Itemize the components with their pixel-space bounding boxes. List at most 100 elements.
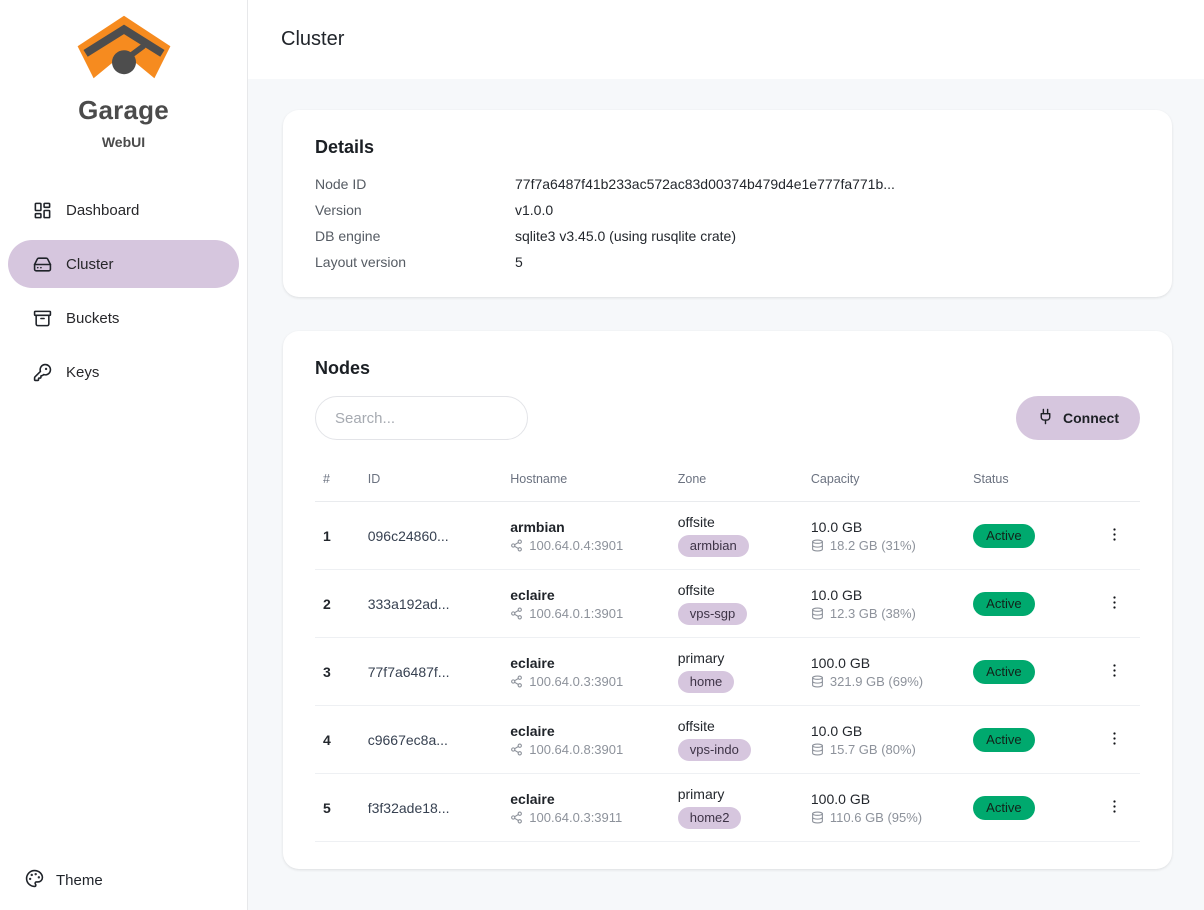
database-icon xyxy=(811,811,824,824)
brand-title: Garage xyxy=(78,95,169,126)
node-address: 100.64.0.1:3901 xyxy=(529,606,623,621)
node-zone: offsite xyxy=(678,582,795,598)
status-badge: Active xyxy=(973,524,1034,548)
node-used: 12.3 GB (38%) xyxy=(830,606,916,621)
theme-label: Theme xyxy=(56,872,103,889)
node-capacity: 10.0 GB xyxy=(811,723,957,739)
node-zone: offsite xyxy=(678,718,795,734)
node-id: c9667ec8a... xyxy=(360,706,503,774)
key-icon xyxy=(33,363,52,382)
page-title: Cluster xyxy=(281,28,344,51)
detail-label: DB engine xyxy=(315,228,515,244)
node-hostname: armbian xyxy=(510,519,661,535)
col-header-id: ID xyxy=(360,462,503,502)
zone-tag-badge: armbian xyxy=(678,535,749,557)
table-header-row: # ID Hostname Zone Capacity Status xyxy=(315,462,1140,502)
node-hostname: eclaire xyxy=(510,655,661,671)
main-area: Cluster Details Node ID 77f7a6487f41b233… xyxy=(248,0,1204,910)
node-capacity: 10.0 GB xyxy=(811,587,957,603)
status-badge: Active xyxy=(973,728,1034,752)
node-id: f3f32ade18... xyxy=(360,774,503,842)
node-zone: primary xyxy=(678,650,795,666)
content: Details Node ID 77f7a6487f41b233ac572ac8… xyxy=(248,79,1204,910)
node-num: 3 xyxy=(315,638,360,706)
hard-drive-icon xyxy=(33,255,52,274)
table-row: 1 096c24860... armbian 100.64.0.4:3901 o… xyxy=(315,502,1140,570)
database-icon xyxy=(811,539,824,552)
col-header-zone: Zone xyxy=(670,462,803,502)
palette-icon xyxy=(25,869,44,892)
node-capacity: 10.0 GB xyxy=(811,519,957,535)
zone-tag-badge: vps-indo xyxy=(678,739,751,761)
connect-label: Connect xyxy=(1063,410,1119,426)
zone-tag-badge: home xyxy=(678,671,735,693)
table-row: 2 333a192ad... eclaire 100.64.0.1:3901 o… xyxy=(315,570,1140,638)
sidebar-item-dashboard[interactable]: Dashboard xyxy=(8,186,239,234)
sidebar-item-buckets[interactable]: Buckets xyxy=(8,294,239,342)
more-vertical-icon xyxy=(1106,730,1123,750)
node-hostname: eclaire xyxy=(510,723,661,739)
row-menu-button[interactable] xyxy=(1102,658,1127,686)
node-hostname: eclaire xyxy=(510,791,661,807)
search-input[interactable] xyxy=(315,396,528,440)
sidebar: Garage WebUI Dashboard Cluster Buckets K… xyxy=(0,0,248,910)
node-num: 2 xyxy=(315,570,360,638)
details-grid: Node ID 77f7a6487f41b233ac572ac83d00374b… xyxy=(315,176,1140,270)
row-menu-button[interactable] xyxy=(1102,590,1127,618)
node-used: 110.6 GB (95%) xyxy=(830,810,922,825)
nodes-title: Nodes xyxy=(315,358,1140,379)
sidebar-nav: Dashboard Cluster Buckets Keys xyxy=(0,186,247,396)
col-header-actions xyxy=(1094,462,1140,502)
node-zone: offsite xyxy=(678,514,795,530)
table-row: 4 c9667ec8a... eclaire 100.64.0.8:3901 o… xyxy=(315,706,1140,774)
detail-value-layout-version: 5 xyxy=(515,254,1140,270)
row-menu-button[interactable] xyxy=(1102,794,1127,822)
sidebar-item-label: Dashboard xyxy=(66,202,139,219)
node-zone: primary xyxy=(678,786,795,802)
share-icon xyxy=(510,675,523,688)
topbar: Cluster xyxy=(248,0,1204,79)
archive-icon xyxy=(33,309,52,328)
sidebar-item-cluster[interactable]: Cluster xyxy=(8,240,239,288)
row-menu-button[interactable] xyxy=(1102,726,1127,754)
share-icon xyxy=(510,539,523,552)
database-icon xyxy=(811,743,824,756)
node-id: 333a192ad... xyxy=(360,570,503,638)
zone-tag-badge: home2 xyxy=(678,807,742,829)
nodes-card: Nodes Connect # ID xyxy=(283,331,1172,869)
row-menu-button[interactable] xyxy=(1102,522,1127,550)
node-address: 100.64.0.4:3901 xyxy=(529,538,623,553)
more-vertical-icon xyxy=(1106,526,1123,546)
sidebar-item-label: Keys xyxy=(66,364,99,381)
zone-tag-badge: vps-sgp xyxy=(678,603,748,625)
detail-value-node-id: 77f7a6487f41b233ac572ac83d00374b479d4e1e… xyxy=(515,176,1140,192)
share-icon xyxy=(510,607,523,620)
more-vertical-icon xyxy=(1106,798,1123,818)
detail-value-db-engine: sqlite3 v3.45.0 (using rusqlite crate) xyxy=(515,228,1140,244)
connect-button[interactable]: Connect xyxy=(1016,396,1140,440)
sidebar-item-keys[interactable]: Keys xyxy=(8,348,239,396)
node-capacity: 100.0 GB xyxy=(811,791,957,807)
database-icon xyxy=(811,607,824,620)
node-address: 100.64.0.3:3901 xyxy=(529,674,623,689)
plug-icon xyxy=(1037,408,1054,428)
status-badge: Active xyxy=(973,660,1034,684)
node-capacity: 100.0 GB xyxy=(811,655,957,671)
col-header-num: # xyxy=(315,462,360,502)
share-icon xyxy=(510,743,523,756)
nodes-toolbar: Connect xyxy=(315,396,1140,440)
sidebar-item-label: Buckets xyxy=(66,310,119,327)
status-badge: Active xyxy=(973,796,1034,820)
dashboard-icon xyxy=(33,201,52,220)
node-used: 321.9 GB (69%) xyxy=(830,674,923,689)
details-card: Details Node ID 77f7a6487f41b233ac572ac8… xyxy=(283,110,1172,297)
theme-button[interactable]: Theme xyxy=(25,869,103,892)
detail-value-version: v1.0.0 xyxy=(515,202,1140,218)
node-num: 5 xyxy=(315,774,360,842)
nodes-table: # ID Hostname Zone Capacity Status 1 096… xyxy=(315,462,1140,842)
col-header-status: Status xyxy=(965,462,1094,502)
node-address: 100.64.0.3:3911 xyxy=(529,810,622,825)
garage-logo xyxy=(76,14,172,93)
node-hostname: eclaire xyxy=(510,587,661,603)
col-header-hostname: Hostname xyxy=(502,462,669,502)
